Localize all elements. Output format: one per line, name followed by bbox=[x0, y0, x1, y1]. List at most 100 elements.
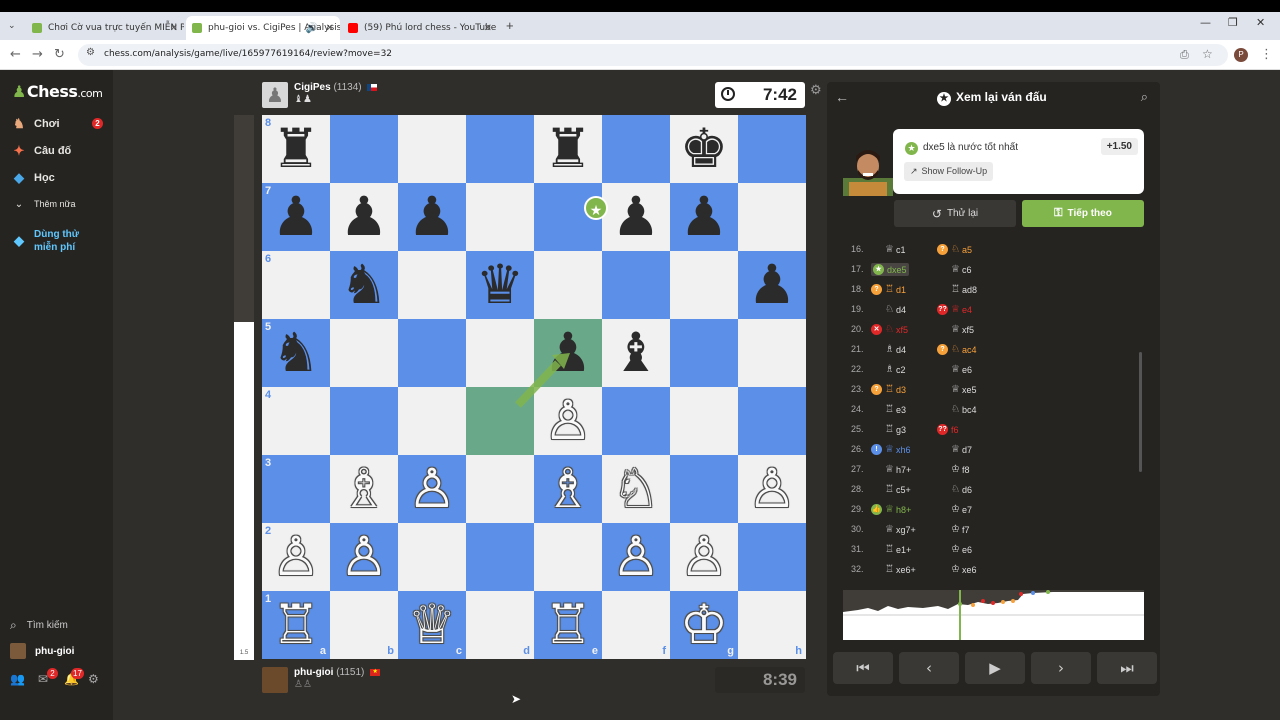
white-move[interactable]: ♗ c2 bbox=[871, 363, 905, 376]
square-h5[interactable] bbox=[738, 319, 806, 387]
sidebar-item-more[interactable]: ⌄ Thêm nữa bbox=[10, 194, 76, 214]
next-button[interactable]: ⚿ Tiếp theo bbox=[1022, 200, 1144, 227]
white-piece-f2[interactable]: ♙ bbox=[602, 523, 670, 591]
move-list-scrollbar[interactable] bbox=[1139, 352, 1142, 472]
square-h7[interactable] bbox=[738, 183, 806, 251]
tab-list-icon[interactable]: ⌄ bbox=[8, 20, 16, 31]
install-icon[interactable]: ⎙ bbox=[1180, 48, 1189, 62]
free-trial-link[interactable]: ◆ Dùng thử miễn phí bbox=[10, 226, 79, 256]
square-g4[interactable] bbox=[670, 387, 738, 455]
last-move-button[interactable]: ⏭ bbox=[1097, 652, 1157, 684]
square-d2[interactable] bbox=[466, 523, 534, 591]
black-move[interactable]: ♕ xf5 bbox=[937, 323, 974, 336]
sidebar-search[interactable]: ⌕ Tìm kiếm bbox=[10, 618, 68, 633]
square-d1[interactable]: d bbox=[466, 591, 534, 659]
next-move-button[interactable]: › bbox=[1031, 652, 1091, 684]
white-move[interactable]: ♕ xg7+ bbox=[871, 523, 916, 536]
opponent-avatar[interactable]: ♟ bbox=[262, 82, 288, 108]
black-piece-a8[interactable]: ♜ bbox=[262, 115, 330, 183]
white-piece-c1[interactable]: ♕ bbox=[398, 591, 466, 659]
chess-com-logo[interactable]: ♟Chess.com bbox=[12, 82, 103, 101]
black-move[interactable]: ?? f6 bbox=[937, 423, 959, 436]
sidebar-profile[interactable]: phu-gioi bbox=[10, 643, 74, 659]
white-move[interactable]: ♕ c1 bbox=[871, 243, 905, 256]
square-a3[interactable]: 3 bbox=[262, 455, 330, 523]
player-name[interactable]: phu-gioi bbox=[294, 667, 333, 678]
white-piece-g1[interactable]: ♔ bbox=[670, 591, 738, 659]
bookmark-star-icon[interactable]: ☆ bbox=[1202, 47, 1213, 61]
browser-tab-active[interactable]: phu-gioi vs. CigiPes | Analysis 🔊 ✕ bbox=[186, 16, 340, 40]
white-piece-a1[interactable]: ♖ bbox=[262, 591, 330, 659]
settings-gear-icon[interactable]: ⚙ bbox=[88, 672, 99, 686]
square-a4[interactable]: 4 bbox=[262, 387, 330, 455]
black-move[interactable]: ♕ e6 bbox=[937, 363, 972, 376]
white-move[interactable]: ♖ xe6+ bbox=[871, 563, 916, 576]
close-tab-icon[interactable]: ✕ bbox=[170, 23, 178, 34]
url-field[interactable]: ⚙ chess.com/analysis/game/live/165977619… bbox=[78, 44, 1228, 66]
square-h1[interactable]: h bbox=[738, 591, 806, 659]
player-avatar[interactable] bbox=[262, 667, 288, 693]
sidebar-item-puzzles[interactable]: ✦ Câu đố bbox=[10, 141, 72, 161]
restore-icon[interactable]: ❐ bbox=[1228, 16, 1238, 29]
sidebar-item-learn[interactable]: ◆ Học bbox=[10, 168, 55, 188]
white-move[interactable]: ! ♕ xh6 bbox=[871, 443, 910, 456]
white-move[interactable]: ♖ e1+ bbox=[871, 543, 911, 556]
browser-tab[interactable]: Chơi Cờ vua trực tuyến MIỄN PHÍ ✕ bbox=[26, 16, 184, 40]
square-d7[interactable] bbox=[466, 183, 534, 251]
black-piece-f5[interactable]: ♝ bbox=[602, 319, 670, 387]
speaker-icon[interactable]: 🔊 bbox=[306, 23, 318, 34]
black-piece-a7[interactable]: ♟ bbox=[262, 183, 330, 251]
square-f8[interactable] bbox=[602, 115, 670, 183]
browser-tab[interactable]: (59) Phú lord chess - YouTube ✕ bbox=[342, 16, 498, 40]
play-button[interactable]: ▶ bbox=[965, 652, 1025, 684]
black-move[interactable]: ? ♘ a5 bbox=[937, 243, 972, 256]
square-h2[interactable] bbox=[738, 523, 806, 591]
square-d8[interactable] bbox=[466, 115, 534, 183]
square-f4[interactable] bbox=[602, 387, 670, 455]
board-settings-gear-icon[interactable]: ⚙ bbox=[810, 82, 822, 98]
evaluation-graph[interactable] bbox=[843, 590, 1144, 640]
opponent-name[interactable]: CigiPes bbox=[294, 82, 331, 93]
square-b5[interactable] bbox=[330, 319, 398, 387]
profile-avatar[interactable]: P bbox=[1234, 48, 1248, 62]
black-piece-h6[interactable]: ♟ bbox=[738, 251, 806, 319]
black-piece-e5[interactable]: ♟ bbox=[534, 319, 602, 387]
white-move[interactable]: ♘ d4 bbox=[871, 303, 906, 316]
black-piece-b7[interactable]: ♟ bbox=[330, 183, 398, 251]
black-piece-d6[interactable]: ♛ bbox=[466, 251, 534, 319]
first-move-button[interactable]: ⏮ bbox=[833, 652, 893, 684]
black-move[interactable]: ? ♘ ac4 bbox=[937, 343, 976, 356]
close-window-icon[interactable]: ✕ bbox=[1256, 16, 1265, 29]
square-g5[interactable] bbox=[670, 319, 738, 387]
white-move[interactable]: ♗ d4 bbox=[871, 343, 906, 356]
square-b8[interactable] bbox=[330, 115, 398, 183]
white-piece-e4[interactable]: ♙ bbox=[534, 387, 602, 455]
black-move[interactable]: ♕ d7 bbox=[937, 443, 972, 456]
black-move[interactable]: ♕ xe5 bbox=[937, 383, 976, 396]
white-move[interactable]: ? ♖ d3 bbox=[871, 383, 906, 396]
black-move[interactable]: ♔ xe6 bbox=[937, 563, 976, 576]
square-d5[interactable] bbox=[466, 319, 534, 387]
white-move[interactable]: ♖ e3 bbox=[871, 403, 906, 416]
friends-icon[interactable]: 👥 bbox=[10, 672, 25, 686]
white-move[interactable]: ✕ ♘ xf5 bbox=[871, 323, 908, 336]
back-arrow-icon[interactable]: ← bbox=[835, 89, 849, 105]
square-d4[interactable] bbox=[466, 387, 534, 455]
square-f1[interactable]: f bbox=[602, 591, 670, 659]
square-c6[interactable] bbox=[398, 251, 466, 319]
white-piece-b2[interactable]: ♙ bbox=[330, 523, 398, 591]
close-tab-icon[interactable]: ✕ bbox=[484, 23, 492, 34]
white-piece-a2[interactable]: ♙ bbox=[262, 523, 330, 591]
new-tab-button[interactable]: + bbox=[506, 18, 514, 33]
black-move[interactable]: ♘ bc4 bbox=[937, 403, 976, 416]
move-list[interactable]: 16. ♕ c1? ♘ a5 17. ★ dxe5 ♕ c6 18.? ♖ d1 ♖ ad8 19. ♘ d4??… bbox=[843, 240, 1143, 580]
forward-icon[interactable]: → bbox=[32, 47, 43, 62]
black-piece-a5[interactable]: ♞ bbox=[262, 319, 330, 387]
white-move[interactable]: ♖ g3 bbox=[871, 423, 906, 436]
square-b4[interactable] bbox=[330, 387, 398, 455]
black-piece-g7[interactable]: ♟ bbox=[670, 183, 738, 251]
show-follow-up-button[interactable]: ↗ Show Follow-Up bbox=[904, 162, 994, 181]
reload-icon[interactable]: ↻ bbox=[54, 47, 65, 62]
site-info-icon[interactable]: ⚙ bbox=[86, 47, 95, 58]
white-move[interactable]: ♕ h7+ bbox=[871, 463, 911, 476]
